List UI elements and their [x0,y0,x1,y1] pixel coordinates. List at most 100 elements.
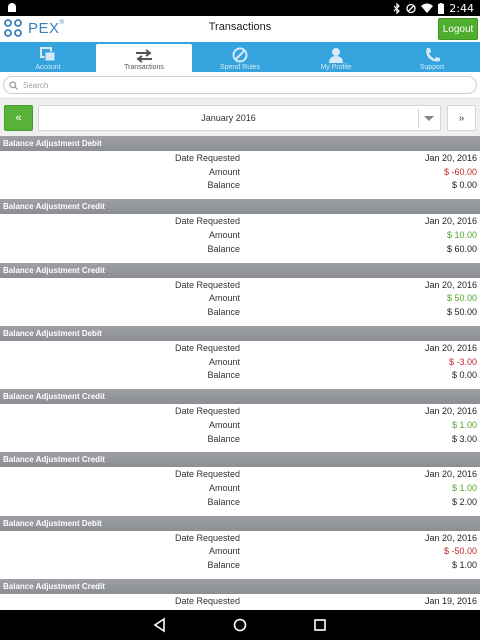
transaction-type-header: Balance Adjustment Credit [0,262,480,278]
nav-tabs: Account Transactions Spend Rules My Prof… [0,42,480,72]
amount-value: $ -60.00 [443,166,477,177]
amount-value: $ 1.00 [451,483,477,494]
amount-label: Amount [208,483,240,494]
amount-label: Amount [208,229,240,240]
amount-row: Amount $ -50.00 [0,544,480,558]
home-icon[interactable] [232,617,248,633]
balance-row: Balance $ 2.00 [0,495,480,509]
transaction-item[interactable]: Balance Adjustment Credit Date Requested J… [0,452,480,515]
date-requested-value: Jan 20, 2016 [424,279,477,290]
tab-spend-rules[interactable]: Spend Rules [192,42,288,72]
transaction-type-header: Balance Adjustment Debit [0,515,480,531]
logout-button[interactable]: Logout [438,18,478,40]
amount-row: Amount $ -60.00 [0,165,480,179]
search-box [3,76,477,94]
android-icon [8,3,16,12]
transaction-item[interactable]: Balance Adjustment Debit Date Requested Ja… [0,325,480,389]
date-requested-row: Date Requested Jan 20, 2016 [0,404,480,418]
amount-row: Amount $ 10.00 [0,228,480,242]
date-requested-value: Jan 20, 2016 [424,216,477,227]
balance-value: $ 50.00 [446,306,477,317]
transaction-item[interactable]: Balance Adjustment Credit Date Requested J… [0,262,480,326]
tab-label: Spend Rules [219,64,261,71]
account-icon [40,47,56,62]
system-nav-bar [0,610,480,640]
person-icon [329,48,343,63]
amount-label: Amount [208,546,240,557]
balance-value: $ 60.00 [446,243,477,254]
amount-row: Amount $ 1.00 [0,481,480,495]
balance-label: Balance [207,243,240,254]
tab-transactions[interactable]: Transactions [96,44,192,72]
prev-month-button[interactable]: « [4,105,33,131]
transaction-type-header: Balance Adjustment Credit [0,579,480,595]
transaction-item[interactable]: Balance Adjustment Credit Date Requested J… [0,579,480,610]
transaction-type-header: Balance Adjustment Debit [0,325,480,341]
date-requested-value: Jan 20, 2016 [424,342,477,353]
balance-row: Balance $ 50.00 [0,305,480,319]
tab-account[interactable]: Account [0,42,96,72]
balance-label: Balance [207,560,240,571]
month-dropdown[interactable]: January 2016 [38,105,441,131]
amount-label: Amount [208,419,240,430]
tab-support[interactable]: Support [384,42,480,72]
date-requested-label: Date Requested [174,342,240,353]
balance-row: Balance $ 60.00 [0,242,480,256]
date-requested-label: Date Requested [174,532,240,543]
date-requested-label: Date Requested [174,469,240,480]
search-input[interactable] [23,80,463,90]
amount-value: $ -3.00 [448,356,477,367]
balance-row: Balance $ 0.00 [0,368,480,382]
date-requested-label: Date Requested [174,153,240,163]
search-icon [9,80,18,90]
date-requested-value: Jan 20, 2016 [424,469,477,480]
balance-label: Balance [207,306,240,317]
amount-value: $ 1.00 [451,419,477,430]
transfer-arrows-icon [136,49,152,63]
next-month-button[interactable]: » [447,105,476,131]
balance-value: $ 2.00 [451,496,477,507]
date-requested-label: Date Requested [174,596,240,607]
date-requested-value: Jan 20, 2016 [424,532,477,543]
dropdown-divider [418,109,419,127]
amount-label: Amount [208,166,240,177]
tab-label: My Profile [320,64,352,71]
recents-icon[interactable] [312,617,328,633]
date-requested-row: Date Requested Jan 20, 2016 [0,151,480,165]
date-requested-row: Date Requested Jan 20, 2016 [0,278,480,292]
transaction-item[interactable]: Balance Adjustment Credit Date Requested J… [0,199,480,262]
status-icons: 2:44 [393,1,474,15]
balance-label: Balance [207,433,240,444]
amount-label: Amount [208,293,240,304]
date-requested-value: Jan 19, 2016 [424,596,477,607]
tab-my-profile[interactable]: My Profile [288,42,384,72]
transaction-type-header: Balance Adjustment Debit [0,136,480,151]
date-requested-value: Jan 20, 2016 [424,406,477,417]
search-area [0,72,480,98]
clock: 2:44 [449,1,474,15]
date-requested-row: Date Requested Jan 20, 2016 [0,467,480,481]
chevron-down-icon [424,116,434,121]
tab-label: Account [35,64,61,71]
transaction-item[interactable]: Balance Adjustment Debit Date Requested Ja… [0,136,480,199]
app-header: PEX® Transactions Logout [0,16,480,42]
amount-label: Amount [208,356,240,367]
amount-row: Amount $ 50.00 [0,291,480,305]
balance-row: Balance $ 3.00 [0,432,480,446]
transaction-item[interactable]: Balance Adjustment Debit Date Requested Ja… [0,515,480,579]
balance-value: $ 1.00 [451,560,477,571]
back-icon[interactable] [152,617,168,633]
date-requested-row: Date Requested Jan 20, 2016 [0,214,480,228]
amount-row: Amount $ 1.00 [0,418,480,432]
balance-label: Balance [207,370,240,381]
transaction-item[interactable]: Balance Adjustment Credit Date Requested J… [0,389,480,452]
transaction-list[interactable]: Balance Adjustment Debit Date Requested Ja… [0,136,480,610]
amount-row: Amount $ -3.00 [0,355,480,369]
wifi-icon [421,3,434,13]
balance-value: $ 0.00 [451,370,477,381]
date-requested-row: Date Requested Jan 19, 2016 [0,594,480,608]
no-sim-icon [406,3,416,13]
tab-label: Support [419,64,445,71]
date-requested-value: Jan 20, 2016 [424,153,477,163]
transaction-type-header: Balance Adjustment Credit [0,389,480,405]
